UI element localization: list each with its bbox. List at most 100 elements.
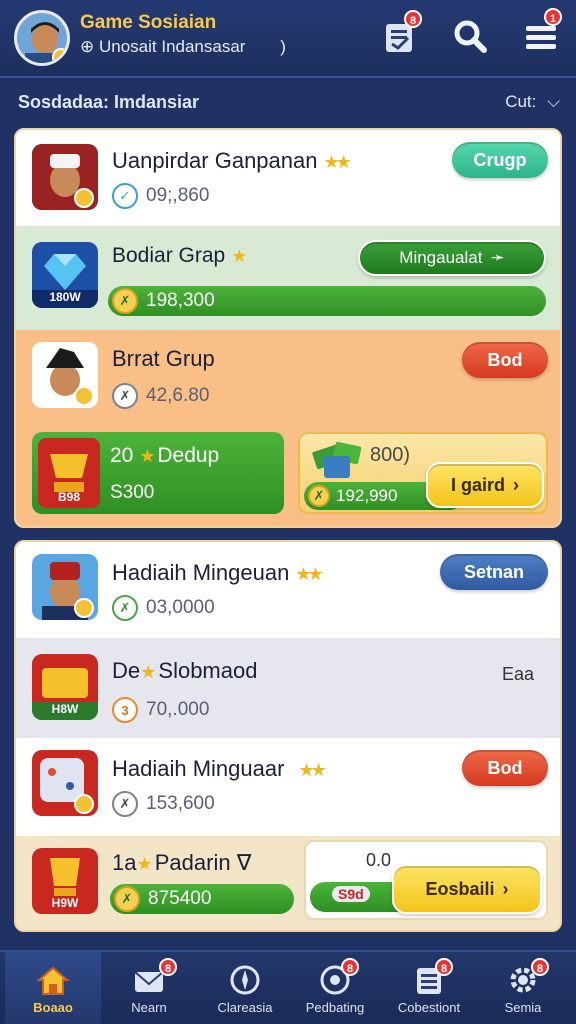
chevron-down-icon: ⌵ [547,92,560,111]
row-stat: ✓ 09;,860 [112,182,209,210]
nav-badge: 8 [435,958,454,976]
coin-icon: ✗ [112,383,138,409]
promo-panel[interactable]: 0.0 S9d Eosbaili › [304,840,548,920]
host-avatar [32,144,98,210]
promo-label: 800) [370,444,411,466]
row-title: Hadiaih Mingeuan [112,560,290,585]
coin-icon: ✗ [112,791,138,817]
setnan-button[interactable]: Setnan [440,554,548,590]
thumb-label: H9W [51,896,79,910]
button-label: I gaird [450,474,505,495]
nav-badge: 8 [159,958,178,976]
igaird-button[interactable]: I gaird › [426,462,544,508]
promo-title-2: Dedup [157,444,220,467]
stat-value: 03,0000 [146,597,215,618]
row-title-a: De [112,658,141,683]
home-icon [36,966,70,995]
location-chevron: ) [280,37,286,56]
row-title: Bodiar Grap [112,244,226,267]
row-stat: ✗ 42,6.80 [112,382,209,410]
search-button[interactable] [448,14,492,58]
panel-label: 0.0 [366,850,392,870]
coin-icon: ✗ [112,595,138,621]
stars-icon: ★★ [295,564,323,584]
group-card-2: Hadiaih Mingeuan ★★ ✗ 03,0000 Setnan H8W … [14,540,562,932]
thumb-label: B98 [57,490,80,504]
star-icon: ★ [139,446,155,466]
nav-label: Cobestiont [397,1000,461,1015]
check-icon: ✓ [112,183,138,209]
bod-button[interactable]: Bod [462,342,548,378]
coin-icon: ✗ [112,288,138,314]
list-item[interactable]: H9W 1a★ Padarin ∇ ✗ 875400 0.0 S9d Eosba… [16,836,560,930]
nav-collection[interactable]: 8 Cobestiont [381,952,477,1024]
nav-home[interactable]: Boaao [5,952,101,1024]
list-item[interactable]: Hadiaih Mingeuan ★★ ✗ 03,0000 Setnan [16,542,560,638]
row-title: Brrat Grup [112,346,215,371]
trophy-thumb: B98 [38,438,100,508]
gold-bar-thumb: H8W [32,654,98,720]
bar-value: 198,300 [146,290,215,311]
progress-bar: ✗ 198,300 [108,286,546,316]
stars-icon: ★★ [323,152,351,172]
chevron-right-icon: › [513,474,519,495]
row-right-text: Eaa [502,664,535,684]
nav-label: Nearn [131,1000,167,1015]
filter-row: Sosdadaa: Imdansiar Cut: ⌵ [0,80,576,124]
list-item[interactable]: 180W Bodiar Grap ★ Mingaualat ➛ ✗ 198,300 [16,226,560,330]
stars-icon: ★★ [298,760,326,780]
panel-badge: S9d [332,886,370,902]
eosbaili-button[interactable]: Eosbaili › [392,864,542,914]
star-icon: ★ [140,662,156,682]
promo-panel-right[interactable]: 800) ✗ 192,990 I gaird › [298,432,548,514]
nav-label: Boaao [33,1000,73,1015]
stat-value: 70,.000 [146,699,210,720]
thumb-label: H8W [51,702,79,716]
progress-bar: ✗ 875400 [110,884,294,914]
list-item[interactable]: H8W De★ Slobmaod Eaa 3 70,.000 [16,638,560,738]
bod-button[interactable]: Bod [462,750,548,786]
row-title: Uanpirdar Ganpanan [112,148,318,173]
location-icon: ⊕ [80,37,95,56]
promo-title: 20 [110,444,134,467]
menu-badge: 1 [544,8,563,26]
nav-badge: 8 [531,958,550,976]
location-selector[interactable]: ⊕ Unosait Indansasar ) [80,37,286,57]
list-item[interactable]: Brrat Grup ✗ 42,6.80 Bod B98 20 ★ Dedup S… [16,330,560,526]
mingaualat-button[interactable]: Mingaualat ➛ [358,240,546,276]
nav-messages[interactable]: 8 Nearn [101,952,197,1024]
button-label: Mingaualat [399,248,483,267]
list-item[interactable]: Hadiaih Minguaar ★★ ✗ 153,600 Bod [16,738,560,836]
nav-label: Semia [504,1000,542,1015]
list-item[interactable]: Uanpirdar Ganpanan ★★ ✓ 09;,860 Crugp [16,130,560,226]
star-icon: ★ [231,246,247,266]
trophy-thumb: H9W [32,848,98,914]
notification-badge: 8 [404,10,423,28]
coin-icon: 3 [112,697,138,723]
row-stat: ✗ 03,0000 [112,594,215,622]
sort-label: Cut: [505,92,537,111]
nav-betting[interactable]: 8 Pedbating [287,952,383,1024]
nav-label: Clareasia [217,1000,273,1015]
stat-value: 09;,860 [146,185,210,206]
bar-value: 192,990 [336,486,398,505]
notifications-button[interactable]: 8 [378,10,423,58]
crugp-button[interactable]: Crugp [452,142,548,178]
row-title-b: Slobmaod [158,658,258,683]
row-title-a: 1a [112,850,137,875]
row-title: Hadiaih Minguaar [112,756,285,781]
chevron-right-icon: › [502,878,509,899]
filter-label: Sosdadaa: Imdansiar [18,92,200,112]
star-icon: ★ [136,854,152,874]
coin-icon: ✗ [114,886,140,912]
menu-button[interactable]: 1 [520,8,564,58]
profile-avatar[interactable] [14,10,70,66]
cash-icon [312,441,362,478]
search-icon [454,20,487,53]
nav-explore[interactable]: Clareasia [197,952,293,1024]
sort-dropdown[interactable]: Cut: ⌵ [505,92,560,112]
nav-settings[interactable]: 8 Semia [475,952,571,1024]
dice-thumb [32,750,98,816]
app-title: Game Sosiaian [80,12,217,33]
promo-panel-left[interactable]: B98 20 ★ Dedup S300 [32,432,284,514]
